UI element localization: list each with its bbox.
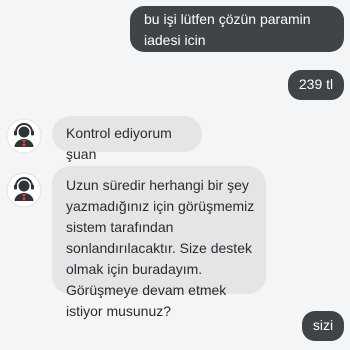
message-text: Kontrol ediyorum şuan xyxy=(66,125,172,162)
agent-message-bubble: Uzun süredir herhangi bir şey yazmadığın… xyxy=(52,166,266,319)
message-text: 239 tl xyxy=(298,76,334,92)
user-message-bubble: 239 tl xyxy=(288,70,344,100)
message-text: bu işi lütfen çözün paramin iadesi icin xyxy=(144,11,311,48)
message-text: Uzun süredir herhangi bir şey yazmadığın… xyxy=(66,177,255,319)
agent-message-bubble: Kontrol ediyorum şuan xyxy=(52,116,202,162)
user-message-bubble: sizi xyxy=(302,311,344,341)
message-text: sizi xyxy=(312,317,334,333)
support-agent-icon xyxy=(6,118,42,154)
support-agent-icon xyxy=(6,172,42,208)
user-message-bubble: bu işi lütfen çözün paramin iadesi icin xyxy=(130,6,344,52)
chat-conversation: bu işi lütfen çözün paramin iadesi icin … xyxy=(0,0,350,350)
